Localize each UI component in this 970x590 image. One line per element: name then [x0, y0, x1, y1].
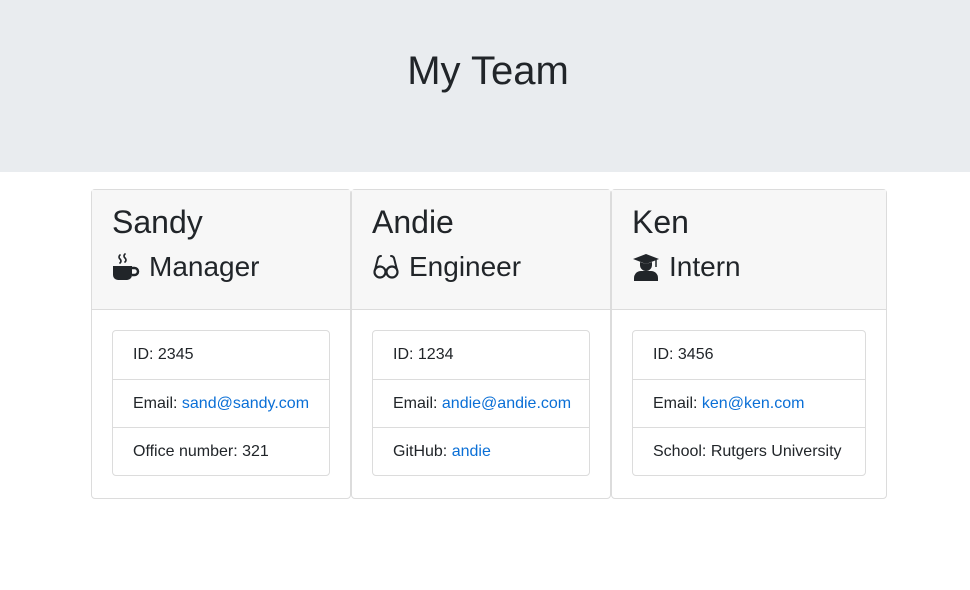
info-list: ID: 1234 Email: andie@andie.com GitHub: … — [372, 330, 590, 476]
glasses-icon — [372, 253, 400, 281]
employee-name: Andie — [372, 204, 454, 240]
id-label: ID: — [393, 346, 418, 363]
email-link[interactable]: andie@andie.com — [442, 395, 571, 413]
card-body: ID: 2345 Email: sand@sandy.com Office nu… — [92, 310, 350, 496]
email-label: Email: — [133, 394, 182, 412]
employee-role: Manager — [112, 250, 330, 284]
id-value: 3456 — [677, 346, 714, 363]
employee-card-intern: Ken Intern ID: 3456 Email: ken@ken.com S… — [611, 189, 887, 499]
role-label: Engineer — [409, 251, 522, 282]
info-list: ID: 2345 Email: sand@sandy.com Office nu… — [112, 330, 330, 476]
page-title: My Team — [407, 48, 569, 93]
employee-role: Intern — [632, 250, 866, 284]
graduate-icon — [632, 253, 660, 281]
employee-name: Ken — [632, 204, 689, 240]
team-cards: Sandy Manager ID: 2345 Email: sand@sandy… — [91, 189, 887, 499]
school-row: School: Rutgers University — [633, 427, 865, 475]
email-label: Email: — [393, 394, 442, 412]
email-row: Email: andie@andie.com — [373, 379, 589, 427]
email-label: Email: — [653, 394, 702, 412]
email-row: Email: sand@sandy.com — [113, 379, 329, 427]
id-label: ID: — [133, 346, 158, 363]
office-number-row: Office number: 321 — [113, 427, 329, 475]
github-link[interactable]: andie — [452, 443, 491, 461]
info-list: ID: 3456 Email: ken@ken.com School: Rutg… — [632, 330, 866, 476]
school-value: Rutgers University — [710, 442, 842, 460]
card-body: ID: 3456 Email: ken@ken.com School: Rutg… — [612, 310, 886, 496]
employee-role: Engineer — [372, 250, 590, 284]
id-value: 2345 — [157, 346, 194, 363]
role-label: Intern — [669, 251, 741, 282]
id-value: 1234 — [417, 346, 454, 363]
office-number-value: 321 — [242, 442, 269, 460]
email-link[interactable]: sand@sandy.com — [182, 395, 309, 413]
email-row: Email: ken@ken.com — [633, 379, 865, 427]
email-link[interactable]: ken@ken.com — [702, 395, 805, 413]
github-row: GitHub: andie — [373, 427, 589, 475]
card-header: Sandy Manager — [92, 190, 350, 310]
employee-card-manager: Sandy Manager ID: 2345 Email: sand@sandy… — [91, 189, 351, 499]
card-header: Andie Engineer — [352, 190, 610, 310]
office-number-label: Office number: — [133, 442, 243, 460]
card-body: ID: 1234 Email: andie@andie.com GitHub: … — [352, 310, 610, 496]
school-label: School: — [653, 442, 711, 460]
role-label: Manager — [149, 251, 260, 282]
id-row: ID: 3456 — [633, 331, 865, 379]
coffee-mug-icon — [112, 253, 140, 281]
card-header: Ken Intern — [612, 190, 886, 310]
employee-card-engineer: Andie Engineer ID: 1234 Email: andie@and… — [351, 189, 611, 499]
id-label: ID: — [653, 346, 678, 363]
id-row: ID: 1234 — [373, 331, 589, 379]
github-label: GitHub: — [393, 442, 452, 460]
page-header: My Team — [0, 0, 970, 172]
id-row: ID: 2345 — [113, 331, 329, 379]
employee-name: Sandy — [112, 204, 203, 240]
